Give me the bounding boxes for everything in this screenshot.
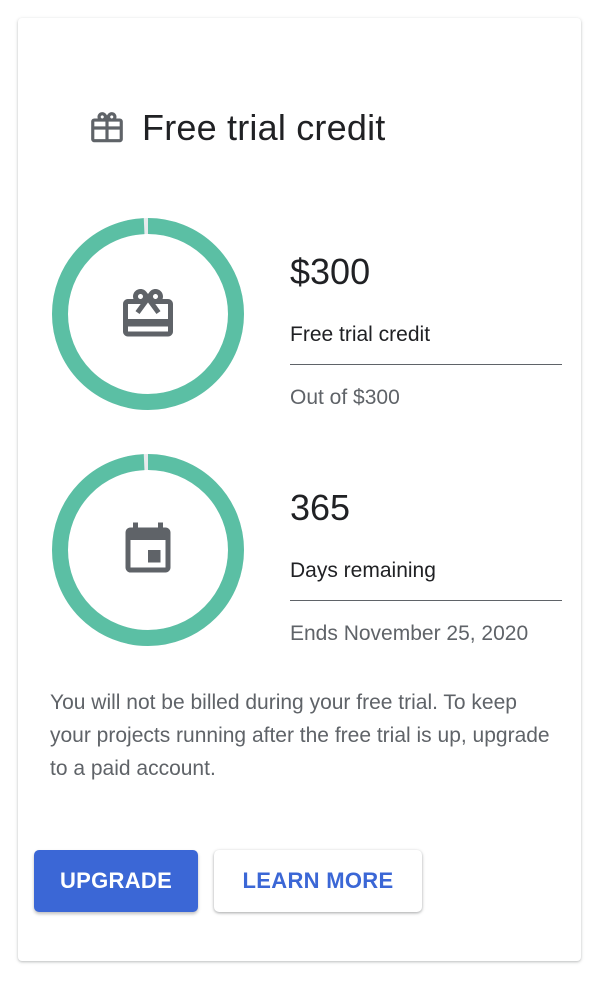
credit-info: $300 Free trial credit Out of $300 — [290, 246, 562, 413]
divider — [290, 364, 562, 365]
upgrade-button[interactable]: UPGRADE — [34, 850, 198, 912]
days-label: Days remaining — [290, 559, 436, 582]
days-info: 365 Days remaining Ends November 25, 202… — [290, 482, 562, 649]
credit-value: $300 — [290, 251, 371, 292]
credit-total: Out of $300 — [290, 386, 400, 409]
action-buttons: UPGRADE LEARN MORE — [34, 850, 422, 912]
days-value: 365 — [290, 487, 351, 528]
calendar-icon — [118, 520, 178, 580]
credit-metric: $300 Free trial credit Out of $300 — [50, 216, 570, 416]
divider — [290, 600, 562, 601]
credit-card-gift-icon — [118, 284, 178, 344]
days-metric: 365 Days remaining Ends November 25, 202… — [50, 452, 570, 652]
card-title: Free trial credit — [142, 107, 386, 148]
days-progress-ring — [50, 452, 246, 648]
card-header: Free trial credit — [88, 88, 385, 168]
free-trial-card: Free trial credit $300 Free trial credit… — [18, 18, 581, 961]
billing-notice: You will not be billed during your free … — [50, 691, 550, 780]
trial-end-date: Ends November 25, 2020 — [290, 622, 529, 645]
learn-more-button[interactable]: LEARN MORE — [214, 850, 422, 912]
credit-label: Free trial credit — [290, 323, 431, 346]
gift-icon — [88, 109, 126, 147]
credit-progress-ring — [50, 216, 246, 412]
